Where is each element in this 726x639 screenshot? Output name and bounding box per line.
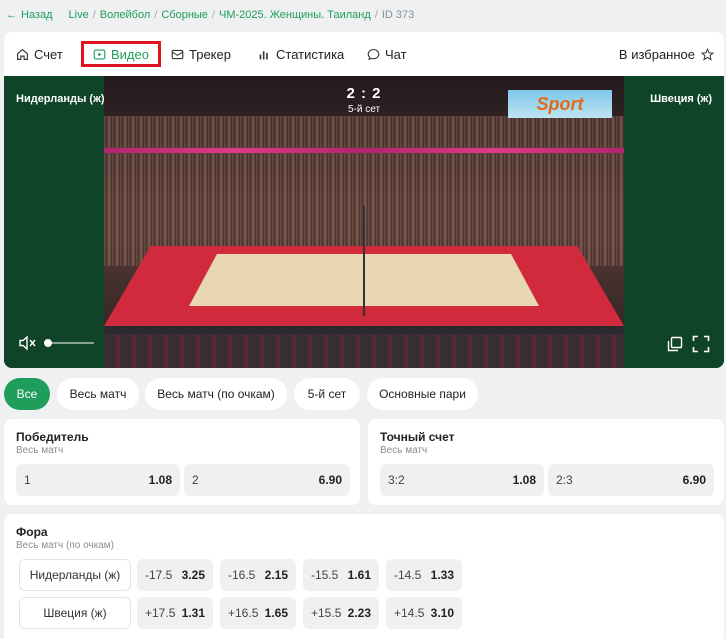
market-exact-score: Точный счет Весь матч 3:2 1.08 2:3 6.90 bbox=[368, 419, 724, 505]
play-icon bbox=[93, 48, 106, 60]
arena-led-strip bbox=[104, 148, 624, 153]
handicap-team-label: Нидерланды (ж) bbox=[19, 559, 131, 591]
odd-button[interactable]: 2:3 6.90 bbox=[548, 464, 714, 496]
add-to-favorites-button[interactable]: В избранное bbox=[619, 32, 714, 76]
breadcrumb-tournament[interactable]: ЧМ-2025. Женщины. Таиланд bbox=[219, 9, 371, 21]
volleyball-net bbox=[363, 206, 365, 316]
tab-chat[interactable]: Чат bbox=[367, 32, 407, 76]
score-value: 2 : 2 bbox=[346, 85, 382, 102]
breadcrumb-live[interactable]: Live bbox=[69, 9, 89, 21]
scoreboard: 2 : 2 5-й сет bbox=[334, 85, 394, 115]
tab-video[interactable]: Видео bbox=[81, 41, 161, 67]
handicap-team-label: Швеция (ж) bbox=[19, 597, 131, 629]
odd-button[interactable]: +16.5 1.65 bbox=[220, 597, 296, 629]
chat-icon bbox=[367, 48, 380, 60]
breadcrumb: ← Назад Live / Волейбол / Сборные / ЧМ-2… bbox=[6, 9, 415, 21]
tab-tracker[interactable]: Трекер bbox=[171, 32, 231, 76]
team-left-name: Нидерланды (ж) bbox=[16, 93, 105, 105]
back-link[interactable]: ← Назад bbox=[6, 9, 53, 21]
market-subtitle: Весь матч bbox=[16, 445, 64, 456]
filter-main-bets[interactable]: Основные пари bbox=[367, 378, 478, 410]
breadcrumb-volleyball[interactable]: Волейбол bbox=[100, 9, 151, 21]
broadcaster-logo: Sport bbox=[508, 90, 612, 118]
market-title: Точный счет bbox=[380, 430, 455, 444]
event-tabs: Счет Видео Трекер Статистика Чат В избра… bbox=[4, 32, 724, 76]
market-title: Фора bbox=[16, 525, 48, 539]
arrow-left-icon: ← bbox=[6, 9, 17, 21]
filter-full-match-points[interactable]: Весь матч (по очкам) bbox=[145, 378, 287, 410]
volume-knob[interactable] bbox=[43, 339, 52, 347]
tab-statistics[interactable]: Статистика bbox=[258, 32, 344, 76]
market-subtitle: Весь матч bbox=[380, 445, 428, 456]
odd-button[interactable]: -14.5 1.33 bbox=[386, 559, 462, 591]
market-handicap: Фора Весь матч (по очкам) Нидерланды (ж)… bbox=[4, 514, 724, 639]
odd-button[interactable]: -16.5 2.15 bbox=[220, 559, 296, 591]
tab-score[interactable]: Счет bbox=[16, 32, 63, 76]
odd-button[interactable]: 2 6.90 bbox=[184, 464, 350, 496]
bar-chart-icon bbox=[259, 50, 268, 59]
star-icon bbox=[701, 47, 714, 61]
event-id: ID 373 bbox=[381, 9, 415, 21]
odd-button[interactable]: -15.5 1.61 bbox=[303, 559, 379, 591]
filter-all[interactable]: Все bbox=[4, 378, 50, 410]
odd-button[interactable]: 3:2 1.08 bbox=[380, 464, 544, 496]
volume-slider[interactable] bbox=[43, 339, 94, 347]
team-panel-left bbox=[4, 76, 104, 368]
filter-full-match[interactable]: Весь матч bbox=[57, 378, 139, 410]
odd-button[interactable]: +14.5 3.10 bbox=[386, 597, 462, 629]
odd-button[interactable]: -17.5 3.25 bbox=[137, 559, 213, 591]
market-title: Победитель bbox=[16, 430, 89, 444]
team-right-name: Швеция (ж) bbox=[650, 93, 712, 105]
front-seats bbox=[104, 334, 624, 368]
market-winner: Победитель Весь матч 1 1.08 2 6.90 bbox=[4, 419, 360, 505]
filter-set-5[interactable]: 5-й сет bbox=[294, 378, 360, 410]
picture-in-picture-icon[interactable] bbox=[667, 336, 683, 352]
team-panel-right bbox=[624, 76, 724, 368]
breadcrumb-national-teams[interactable]: Сборные bbox=[161, 9, 208, 21]
fullscreen-icon[interactable] bbox=[692, 335, 710, 353]
market-subtitle: Весь матч (по очкам) bbox=[16, 540, 115, 551]
odd-button[interactable]: +15.5 2.23 bbox=[303, 597, 379, 629]
odd-button[interactable]: +17.5 1.31 bbox=[137, 597, 213, 629]
video-frame bbox=[104, 76, 624, 368]
odd-button[interactable]: 1 1.08 bbox=[16, 464, 180, 496]
video-player[interactable]: Нидерланды (ж) Швеция (ж) 2 : 2 5-й сет … bbox=[4, 76, 724, 368]
home-icon bbox=[17, 48, 28, 60]
tracker-icon bbox=[171, 49, 184, 59]
mute-icon[interactable] bbox=[18, 335, 38, 351]
set-label: 5-й сет bbox=[347, 104, 381, 115]
